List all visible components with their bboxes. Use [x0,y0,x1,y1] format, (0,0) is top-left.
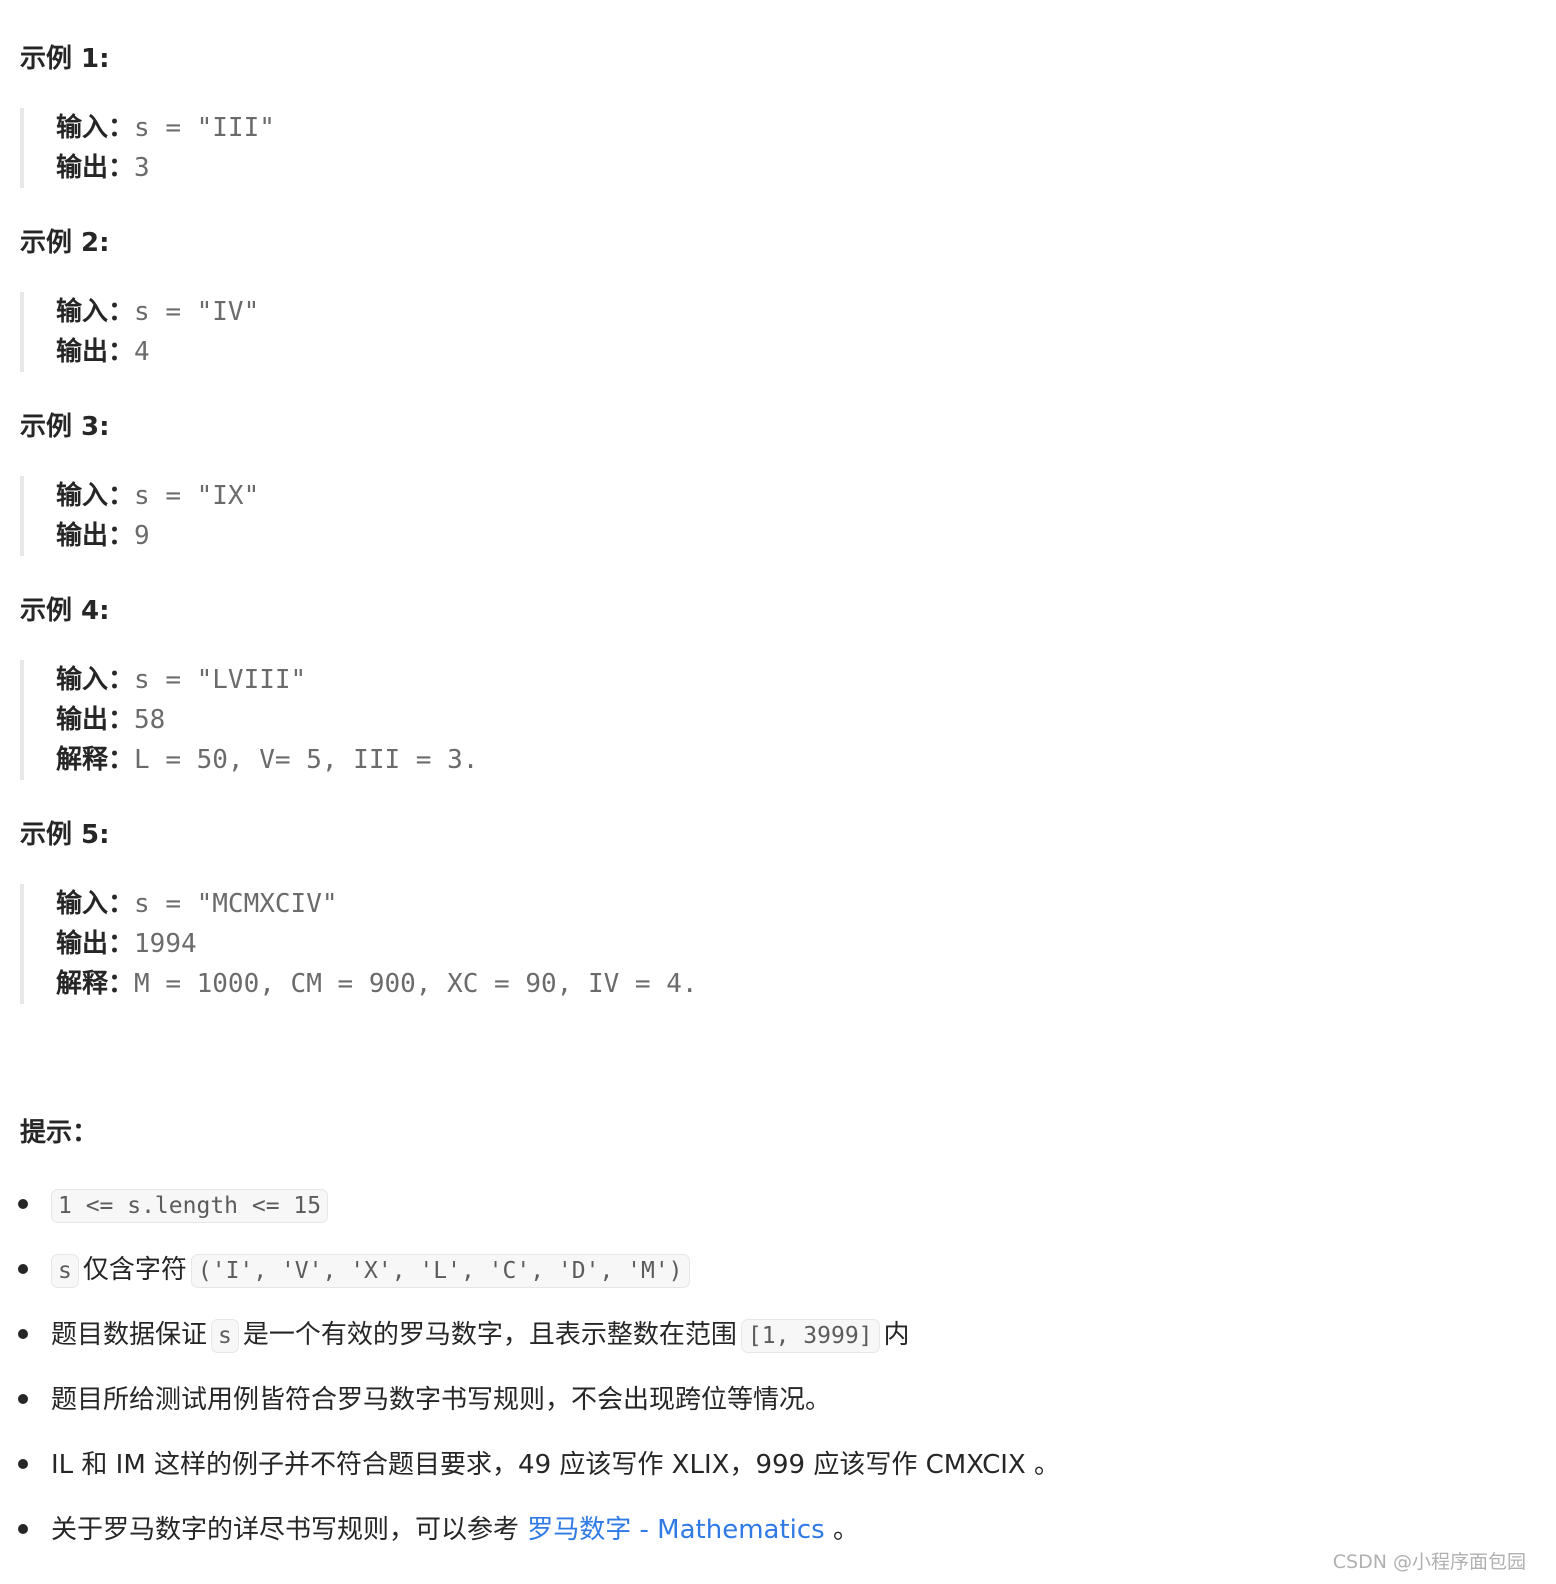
example-input-line: 输入：s = "III" [56,108,275,148]
output-value: 3 [134,153,150,183]
example-3-title: 示例 3: [20,412,110,442]
example-1-block: 输入：s = "III" 输出：3 [20,108,275,188]
hint-item: IL 和 IM 这样的例子并不符合题目要求，49 应该写作 XLIX，999 应… [18,1443,1060,1487]
example-output-line: 输出：4 [56,332,259,372]
example-3-block: 输入：s = "IX" 输出：9 [20,476,259,556]
example-1-title: 示例 1: [20,44,110,74]
output-label: 输出： [56,929,135,959]
watermark: CSDN @小程序面包园 [1332,1551,1526,1573]
hint-text: 是一个有效的罗马数字，且表示整数在范围 [242,1320,737,1350]
example-5-title: 示例 5: [20,820,110,850]
example-2-block: 输入：s = "IV" 输出：4 [20,292,259,372]
bullet-icon [18,1263,28,1274]
hint-item: 题目数据保证 s 是一个有效的罗马数字，且表示整数在范围 [1, 3999] 内 [18,1313,910,1357]
output-label: 输出： [56,521,135,551]
output-value: 58 [134,705,166,735]
bullet-icon [18,1523,28,1534]
input-label: 输入： [56,113,135,143]
example-explanation-line: 解释：L = 50, V= 5, III = 3. [56,740,478,780]
example-output-line: 输出：3 [56,148,275,188]
hint-text: 关于罗马数字的详尽书写规则，可以参考 [51,1515,528,1545]
hint-text: 仅含字符 [82,1255,187,1285]
input-value: s = "IV" [134,297,260,327]
example-output-line: 输出：58 [56,700,478,740]
hint-text: 内 [883,1320,910,1350]
hint-text: 。 [824,1515,859,1545]
hint-text: 题目数据保证 [51,1320,208,1350]
output-value: 9 [134,521,150,551]
output-label: 输出： [56,705,135,735]
input-value: s = "III" [134,113,275,143]
input-label: 输入： [56,889,135,919]
hint-text: 题目所给测试用例皆符合罗马数字书写规则，不会出现跨位等情况。 [51,1385,832,1415]
output-value: 4 [134,337,150,367]
hint-item: s 仅含字符 ('I', 'V', 'X', 'L', 'C', 'D', 'M') [18,1248,694,1292]
hint-item: 题目所给测试用例皆符合罗马数字书写规则，不会出现跨位等情况。 [18,1378,831,1422]
example-2-title: 示例 2: [20,228,110,258]
inline-code: s [51,1254,79,1288]
hint-item: 关于罗马数字的详尽书写规则，可以参考 罗马数字 - Mathematics 。 [18,1508,859,1552]
explanation-value: L = 50, V= 5, III = 3. [134,745,479,775]
bullet-icon [18,1393,28,1404]
bullet-icon [18,1458,28,1469]
explanation-value: M = 1000, CM = 900, XC = 90, IV = 4. [134,969,698,999]
explanation-label: 解释： [56,745,135,775]
example-output-line: 输出：9 [56,516,259,556]
example-input-line: 输入：s = "IX" [56,476,259,516]
example-input-line: 输入：s = "IV" [56,292,259,332]
inline-code: ('I', 'V', 'X', 'L', 'C', 'D', 'M') [190,1254,690,1288]
hint-text: IL 和 IM 这样的例子并不符合题目要求，49 应该写作 XLIX，999 应… [51,1450,1060,1480]
input-label: 输入： [56,481,135,511]
inline-code: [1, 3999] [740,1319,880,1353]
explanation-label: 解释： [56,969,135,999]
input-value: s = "IX" [134,481,260,511]
example-4-title: 示例 4: [20,596,110,626]
output-label: 输出： [56,337,135,367]
bullet-icon [18,1328,28,1339]
roman-numerals-link[interactable]: 罗马数字 - Mathematics [527,1515,824,1545]
example-explanation-line: 解释：M = 1000, CM = 900, XC = 90, IV = 4. [56,964,698,1004]
example-4-block: 输入：s = "LVIII" 输出：58 解释：L = 50, V= 5, II… [20,660,478,780]
output-value: 1994 [134,929,197,959]
example-input-line: 输入：s = "MCMXCIV" [56,884,698,924]
input-label: 输入： [56,297,135,327]
inline-code: s [211,1319,239,1353]
hint-item: 1 <= s.length <= 15 [18,1183,332,1227]
input-value: s = "LVIII" [134,665,307,695]
inline-code: 1 <= s.length <= 15 [51,1189,329,1223]
example-output-line: 输出：1994 [56,924,698,964]
bullet-icon [18,1198,28,1209]
hints-title: 提示： [20,1118,99,1148]
input-label: 输入： [56,665,135,695]
input-value: s = "MCMXCIV" [134,889,338,919]
output-label: 输出： [56,153,135,183]
example-input-line: 输入：s = "LVIII" [56,660,478,700]
example-5-block: 输入：s = "MCMXCIV" 输出：1994 解释：M = 1000, CM… [20,884,698,1004]
